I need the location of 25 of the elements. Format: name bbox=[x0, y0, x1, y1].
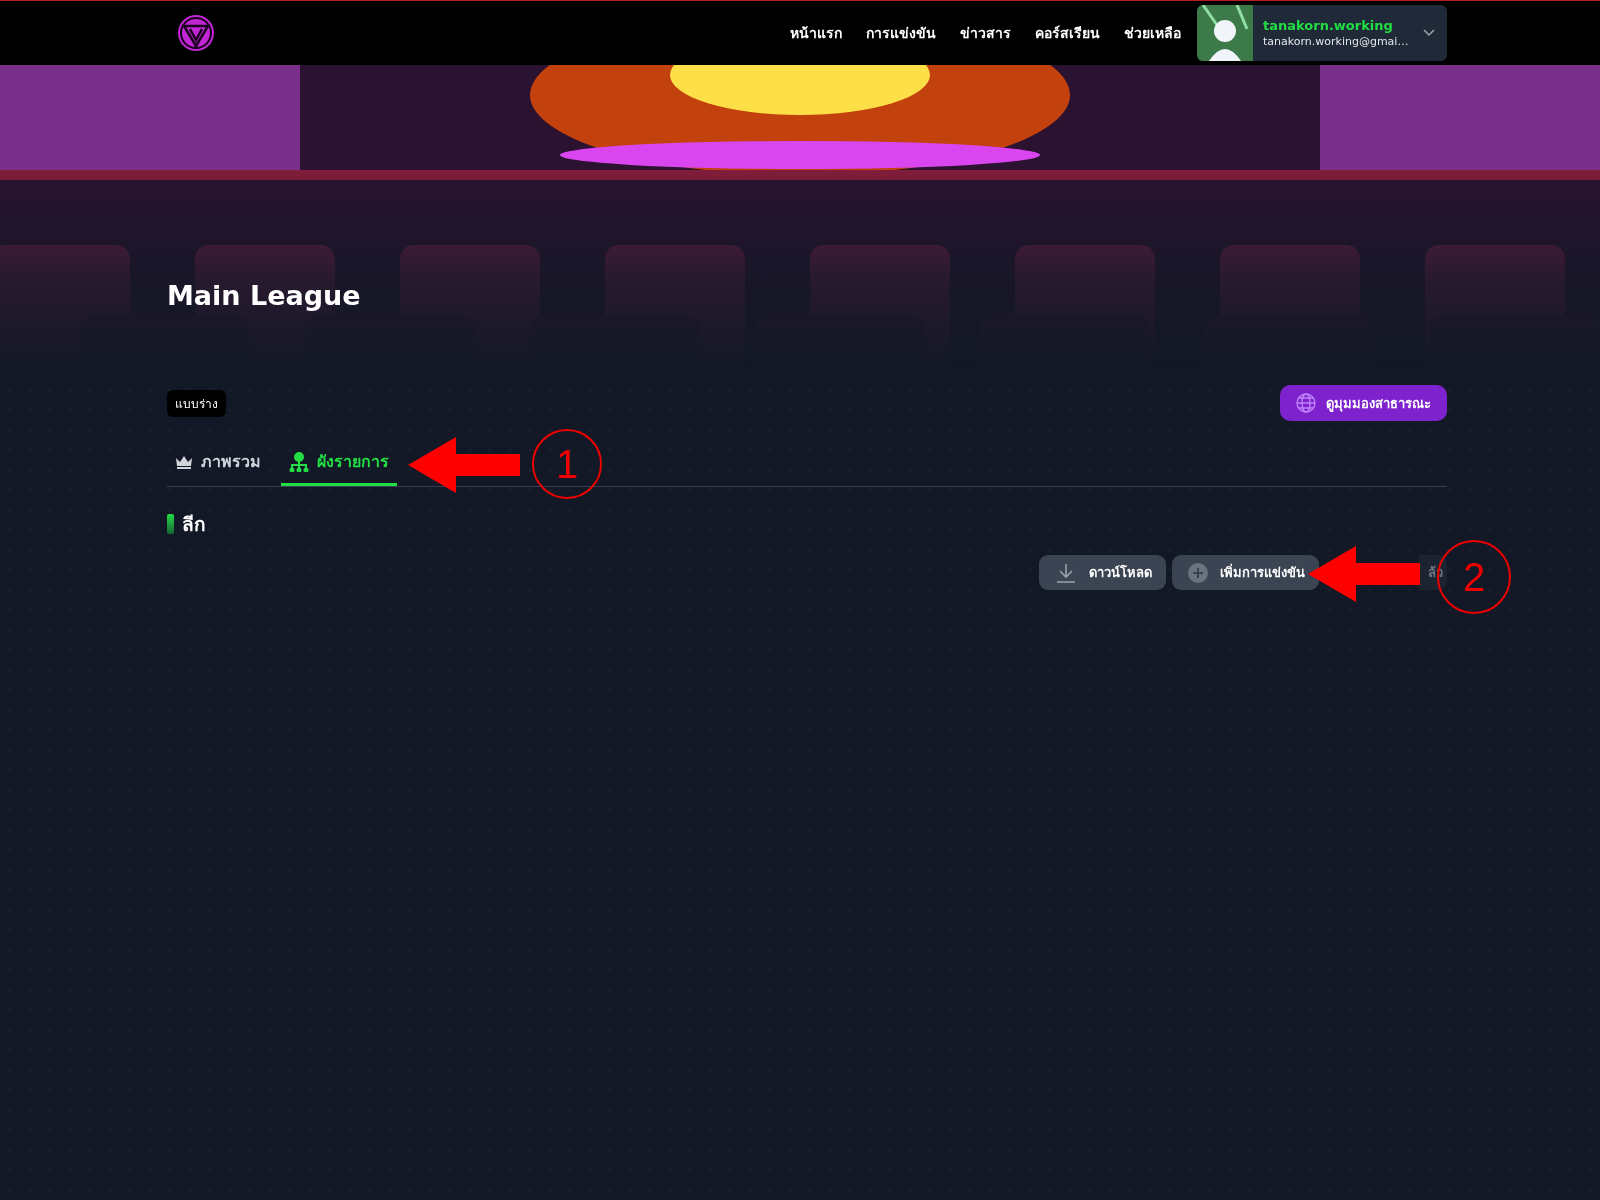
plus-icon bbox=[1188, 562, 1208, 583]
nav-link[interactable]: ช่วยเหลือ bbox=[1112, 22, 1193, 44]
user-email: tanakorn.working@gmai… bbox=[1263, 35, 1410, 48]
nav-link[interactable]: คอร์สเรียน bbox=[1023, 22, 1112, 44]
section-title: ลีก bbox=[182, 512, 206, 537]
public-view-button[interactable]: ดูมุมมองสาธารณะ bbox=[1280, 385, 1447, 421]
page-title: Main League bbox=[167, 280, 361, 311]
logo-icon[interactable] bbox=[176, 13, 216, 53]
avatar bbox=[1197, 5, 1253, 61]
tab[interactable]: ผังรายการ bbox=[281, 443, 397, 486]
nav-link[interactable]: หน้าแรก bbox=[778, 22, 854, 44]
nav-link[interactable]: ข่าวสาร bbox=[948, 22, 1023, 44]
add-button[interactable]: เพิ่มการแข่งขัน bbox=[1172, 555, 1319, 590]
tab[interactable]: ภาพรวม bbox=[167, 443, 269, 486]
status-badge: แบบร่าง bbox=[167, 389, 226, 417]
user-name: tanakorn.working bbox=[1263, 18, 1394, 33]
nav-link[interactable]: การแข่งขัน bbox=[854, 22, 948, 44]
chevron-down-icon bbox=[1423, 29, 1435, 37]
section-marker bbox=[167, 514, 174, 534]
globe-icon bbox=[1296, 393, 1316, 413]
hierarchy-icon bbox=[289, 451, 309, 472]
download-icon bbox=[1055, 561, 1077, 584]
annotation-number: 1 bbox=[532, 429, 602, 499]
download-button[interactable]: ดาวน์โหลด bbox=[1039, 555, 1166, 590]
user-menu[interactable]: tanakorn.working tanakorn.working@gmai… bbox=[1197, 5, 1447, 61]
